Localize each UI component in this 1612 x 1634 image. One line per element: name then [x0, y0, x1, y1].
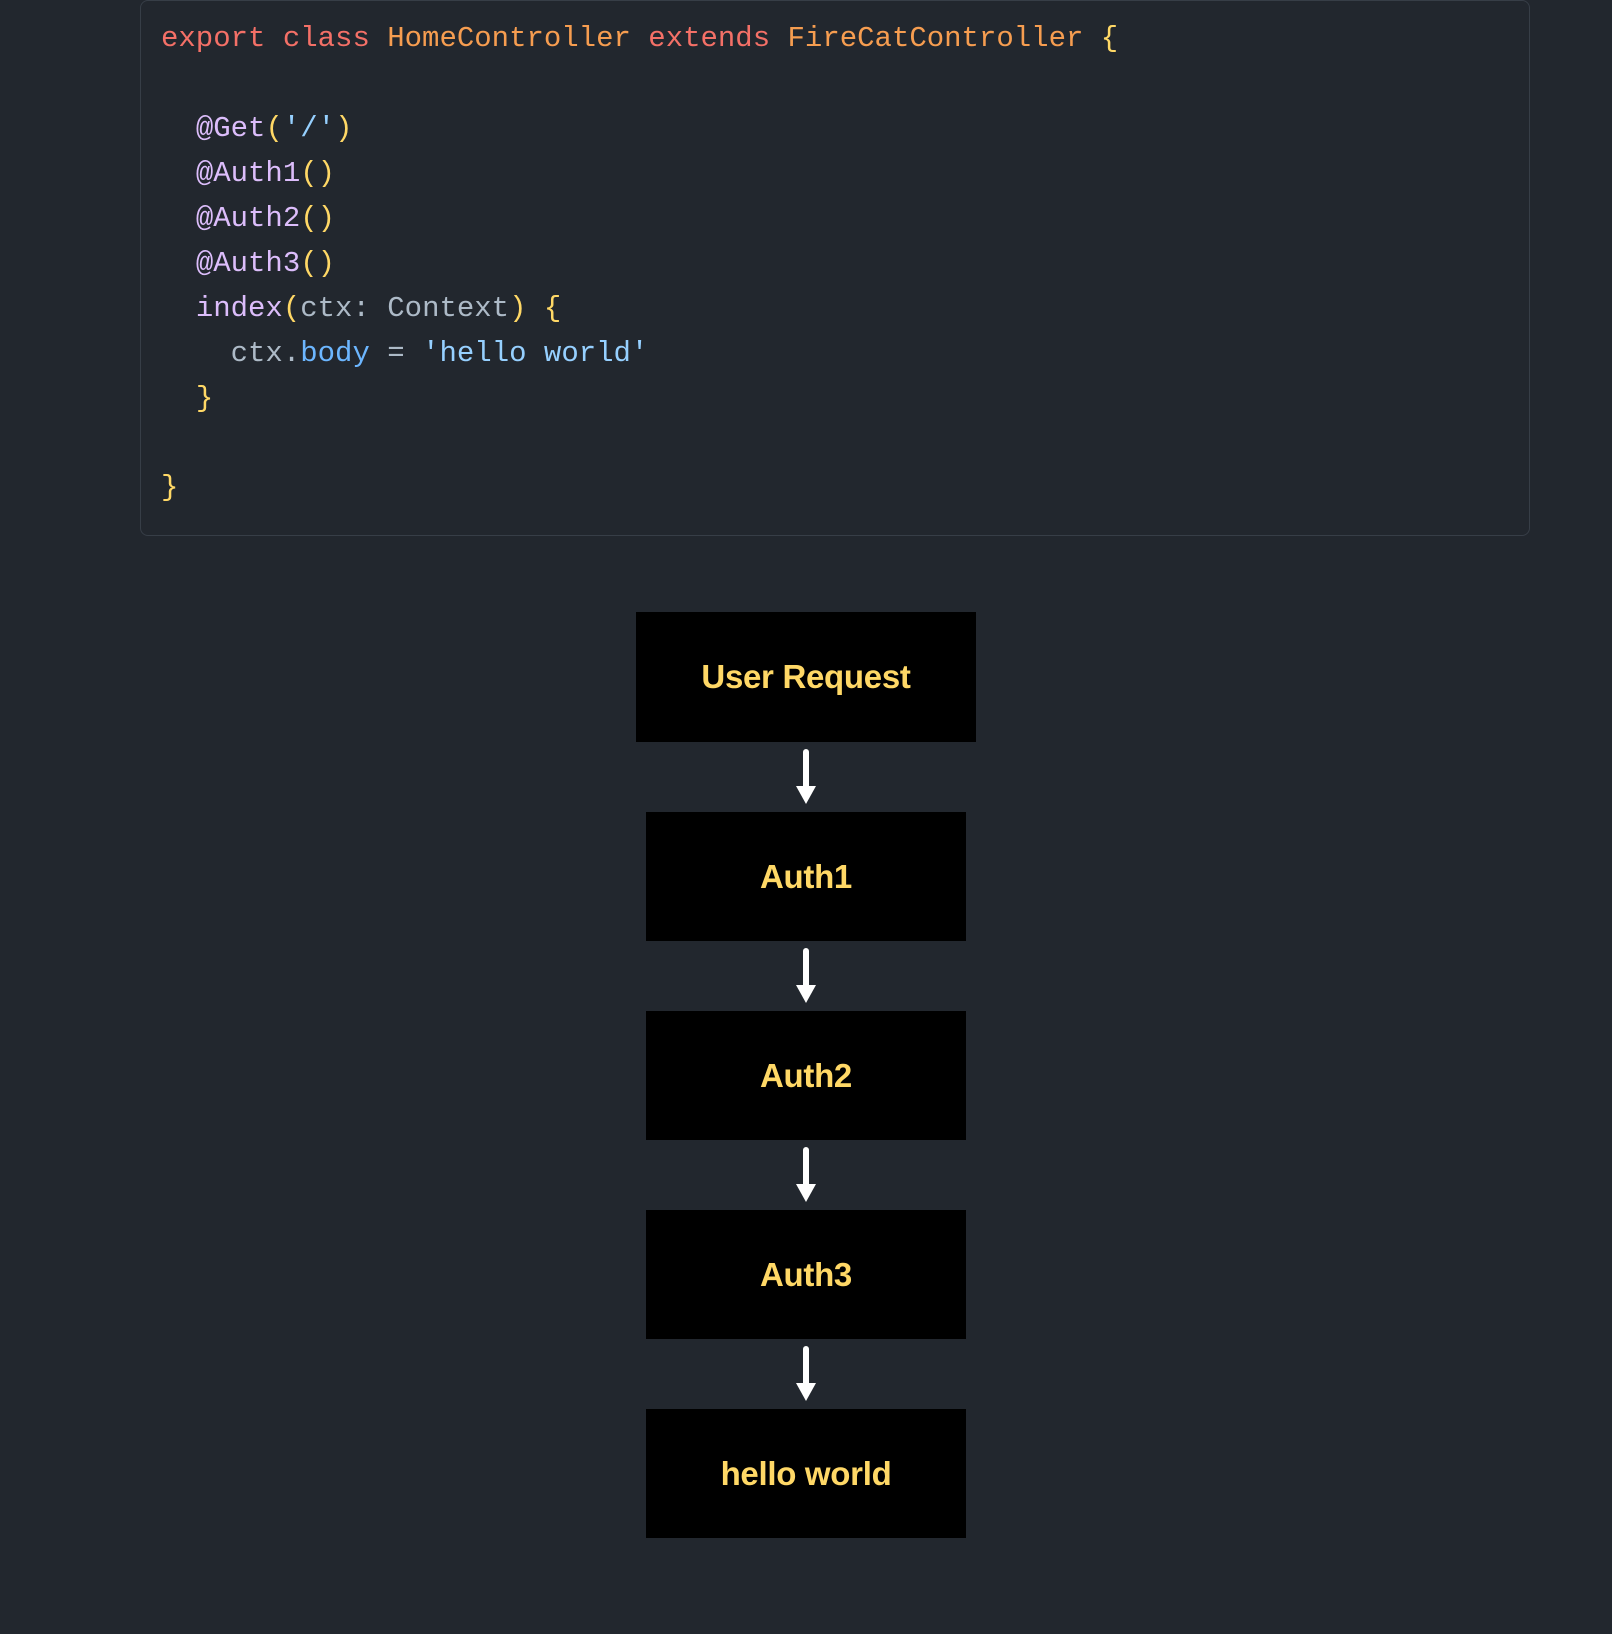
param-name: ctx [300, 292, 352, 325]
flow-box-auth1: Auth1 [646, 812, 966, 941]
paren-open: ( [300, 157, 317, 190]
method-name: index [196, 292, 283, 325]
paren-close: ) [509, 292, 526, 325]
paren-open: ( [265, 112, 282, 145]
paren-open: ( [300, 202, 317, 235]
keyword-class: class [283, 22, 370, 55]
flow-label: Auth3 [760, 1256, 852, 1294]
decorator-at: @ [196, 202, 213, 235]
brace-open: { [544, 292, 561, 325]
decorator-at: @ [196, 247, 213, 280]
flow-diagram: User Request Auth1 Auth2 Auth3 h [0, 612, 1612, 1538]
paren-close: ) [318, 157, 335, 190]
brace-close: } [196, 382, 213, 415]
arrow-down-icon [792, 941, 820, 1011]
flow-box-user-request: User Request [636, 612, 976, 742]
brace-close: } [161, 471, 178, 504]
decorator-at: @ [196, 157, 213, 190]
decorator-auth2: Auth2 [213, 202, 300, 235]
paren-close: ) [318, 202, 335, 235]
paren-close: ) [318, 247, 335, 280]
string-route: '/' [283, 112, 335, 145]
decorator-at: @ [196, 112, 213, 145]
flow-label: User Request [701, 658, 910, 696]
paren-close: ) [335, 112, 352, 145]
param-type: Context [387, 292, 509, 325]
code-snippet: export class HomeController extends Fire… [141, 1, 1529, 535]
paren-open: ( [283, 292, 300, 325]
body-prop: body [300, 337, 370, 370]
paren-open: ( [300, 247, 317, 280]
flow-label: Auth2 [760, 1057, 852, 1095]
arrow-down-icon [792, 1339, 820, 1409]
keyword-export: export [161, 22, 265, 55]
arrow-down-icon [792, 1140, 820, 1210]
dot: . [283, 337, 300, 370]
flow-label: hello world [721, 1455, 892, 1493]
flow-box-auth2: Auth2 [646, 1011, 966, 1140]
flow-box-hello-world: hello world [646, 1409, 966, 1538]
keyword-extends: extends [648, 22, 770, 55]
decorator-get: Get [213, 112, 265, 145]
class-name: HomeController [387, 22, 631, 55]
decorator-auth1: Auth1 [213, 157, 300, 190]
code-block: export class HomeController extends Fire… [140, 0, 1530, 536]
colon: : [352, 292, 369, 325]
equals: = [387, 337, 404, 370]
string-body: 'hello world' [422, 337, 648, 370]
arrow-down-icon [792, 742, 820, 812]
brace-open: { [1101, 22, 1118, 55]
ctx-ref: ctx [231, 337, 283, 370]
base-class: FireCatController [788, 22, 1084, 55]
decorator-auth3: Auth3 [213, 247, 300, 280]
flow-box-auth3: Auth3 [646, 1210, 966, 1339]
flow-label: Auth1 [760, 858, 852, 896]
